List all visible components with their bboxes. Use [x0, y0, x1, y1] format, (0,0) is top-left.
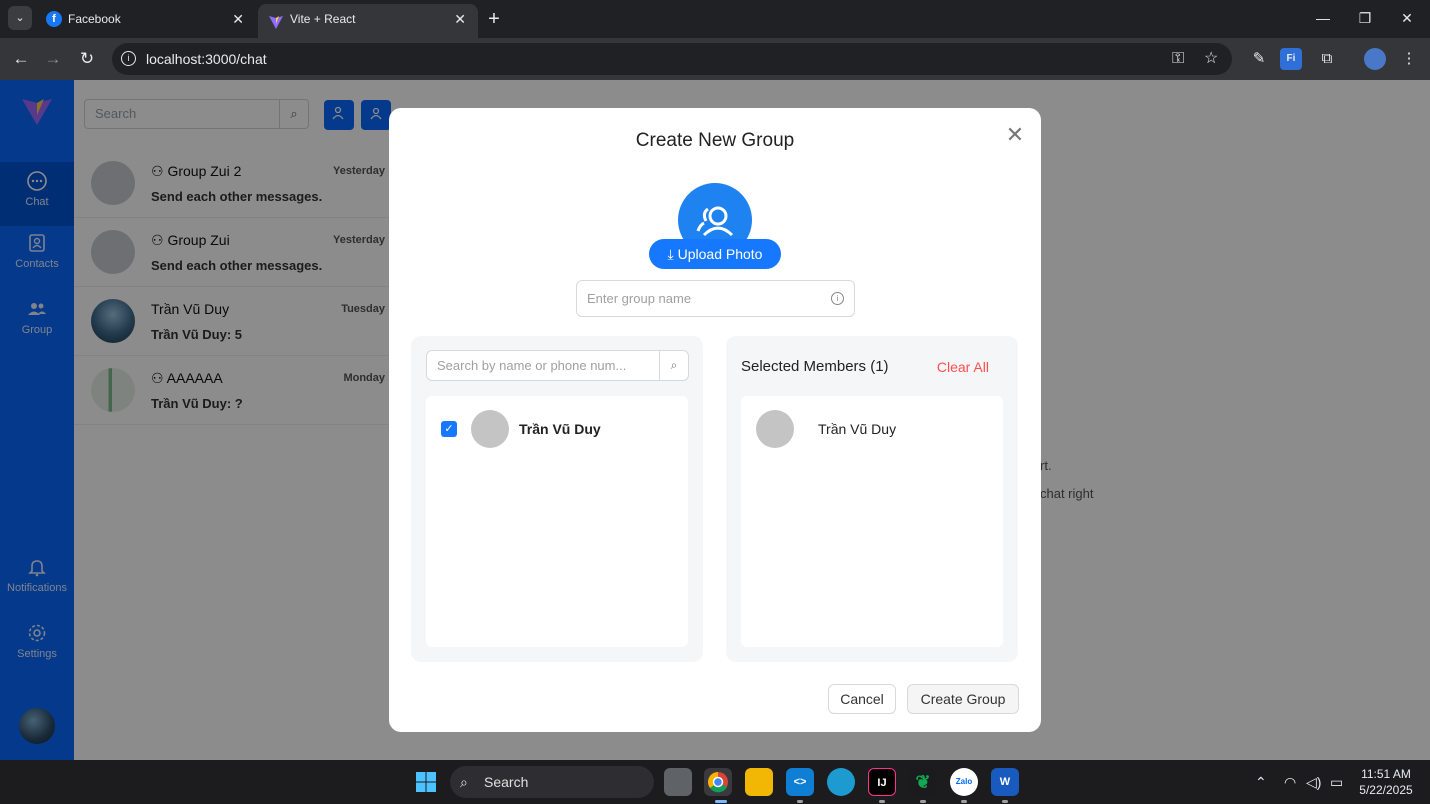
tab-label: Vite + React: [290, 12, 356, 26]
new-tab-icon[interactable]: +: [484, 4, 504, 34]
mongodb-icon[interactable]: ❦: [909, 768, 937, 796]
profile-avatar-icon[interactable]: [1364, 48, 1386, 70]
member-picker-panel: Search by name or phone num... ⌕ ✓ Trần …: [411, 336, 703, 662]
group-name-input[interactable]: Enter group name i: [576, 280, 855, 317]
browser-toolbar: ← → ↻ i localhost:3000/chat ⚿ ☆ ✎ Fi ⧉ ⋮: [0, 38, 1430, 80]
vite-icon: [268, 11, 284, 29]
member-checkbox[interactable]: ✓: [441, 421, 457, 437]
file-explorer-icon[interactable]: [745, 768, 773, 796]
modal-title: Create New Group: [635, 130, 795, 151]
selected-member-list: Trần Vũ Duy: [741, 396, 1003, 647]
member-search-input[interactable]: Search by name or phone num...: [426, 350, 660, 381]
extensions-puzzle-icon[interactable]: ⧉: [1316, 48, 1338, 70]
selected-members-title: Selected Members (1): [741, 358, 889, 375]
reload-icon[interactable]: ↻: [74, 46, 100, 72]
open-indicator: [879, 800, 885, 803]
open-indicator: [797, 800, 803, 803]
info-icon: i: [831, 292, 844, 305]
bookmark-star-icon[interactable]: ☆: [1204, 49, 1218, 69]
browser-tab-strip: ⌄ f Facebook ✕ Vite + React ✕ + — ❐ ✕: [0, 0, 1430, 38]
battery-icon[interactable]: ▭: [1330, 772, 1343, 792]
member-name: Trần Vũ Duy: [519, 421, 601, 437]
list-item[interactable]: ✓ Trần Vũ Duy: [426, 396, 688, 462]
group-name-placeholder: Enter group name: [587, 291, 692, 306]
member-list: ✓ Trần Vũ Duy: [426, 396, 688, 647]
close-icon[interactable]: ✕: [1004, 124, 1026, 147]
zalo-icon[interactable]: Zalo: [950, 768, 978, 796]
active-indicator: [715, 800, 727, 803]
clock-time: 11:51 AM: [1361, 767, 1411, 781]
volume-icon[interactable]: ◁): [1306, 772, 1321, 792]
avatar: [471, 410, 509, 448]
site-info-icon[interactable]: i: [121, 51, 136, 66]
tab-label: Facebook: [68, 12, 121, 26]
search-icon: ⌕: [460, 774, 468, 790]
open-indicator: [920, 800, 926, 803]
browser-menu-icon[interactable]: ⋮: [1398, 48, 1420, 70]
clear-all-button[interactable]: Clear All: [937, 359, 989, 375]
avatar: [756, 410, 794, 448]
create-group-modal: Create New Group ✕ ⤓ Upload Photo Enter …: [389, 108, 1041, 732]
forward-icon[interactable]: →: [40, 46, 66, 72]
tab-vite-react[interactable]: Vite + React ✕: [258, 4, 478, 38]
show-hidden-icons-icon[interactable]: ⌃: [1255, 772, 1267, 792]
selected-members-panel: Selected Members (1) Clear All Trần Vũ D…: [726, 336, 1018, 662]
word-icon[interactable]: W: [991, 768, 1019, 796]
list-item: Trần Vũ Duy: [741, 396, 1003, 462]
url-text[interactable]: localhost:3000/chat: [146, 43, 267, 75]
extension-fi-icon[interactable]: Fi: [1280, 48, 1302, 70]
close-window-icon[interactable]: ✕: [1386, 0, 1428, 38]
search-icon[interactable]: ⌕: [659, 350, 689, 381]
cancel-button[interactable]: Cancel: [828, 684, 896, 714]
chat-app: Chat Contacts Group Notifications Settin…: [0, 80, 1430, 760]
wifi-icon[interactable]: ◠: [1284, 772, 1296, 792]
edge-icon[interactable]: [827, 768, 855, 796]
upload-photo-button[interactable]: ⤓ Upload Photo: [649, 239, 781, 269]
minimize-icon[interactable]: —: [1302, 0, 1344, 38]
close-tab-icon[interactable]: ✕: [454, 4, 466, 34]
vscode-icon[interactable]: <>: [786, 768, 814, 796]
taskbar-search-label: Search: [484, 774, 529, 790]
upload-icon: ⤓: [667, 246, 678, 262]
back-icon[interactable]: ←: [8, 46, 34, 72]
clock-date: 5/22/2025: [1359, 783, 1413, 797]
address-bar[interactable]: i localhost:3000/chat ⚿ ☆: [112, 43, 1232, 75]
task-view-icon[interactable]: [664, 768, 692, 796]
system-clock[interactable]: 11:51 AM 5/22/2025: [1352, 766, 1420, 798]
restore-icon[interactable]: ❐: [1344, 0, 1386, 38]
intellij-icon[interactable]: IJ: [868, 768, 896, 796]
tab-search-dropdown-icon[interactable]: ⌄: [8, 6, 32, 30]
open-indicator: [961, 800, 967, 803]
create-group-button[interactable]: Create Group: [907, 684, 1019, 714]
facebook-icon: f: [46, 11, 62, 27]
windows-taskbar: ⌕ Search <> IJ ❦ Zalo W ⌃ ◠ ◁) ▭ 11:51 A…: [0, 760, 1430, 804]
chrome-icon[interactable]: [704, 768, 732, 796]
close-tab-icon[interactable]: ✕: [232, 4, 244, 34]
eyedropper-extension-icon[interactable]: ✎: [1248, 48, 1270, 70]
member-name: Trần Vũ Duy: [818, 421, 897, 437]
open-indicator: [1002, 800, 1008, 803]
windows-start-icon[interactable]: [412, 768, 440, 796]
password-key-icon[interactable]: ⚿: [1172, 49, 1184, 69]
taskbar-search[interactable]: ⌕ Search: [450, 766, 654, 798]
tab-facebook[interactable]: f Facebook ✕: [36, 4, 256, 38]
